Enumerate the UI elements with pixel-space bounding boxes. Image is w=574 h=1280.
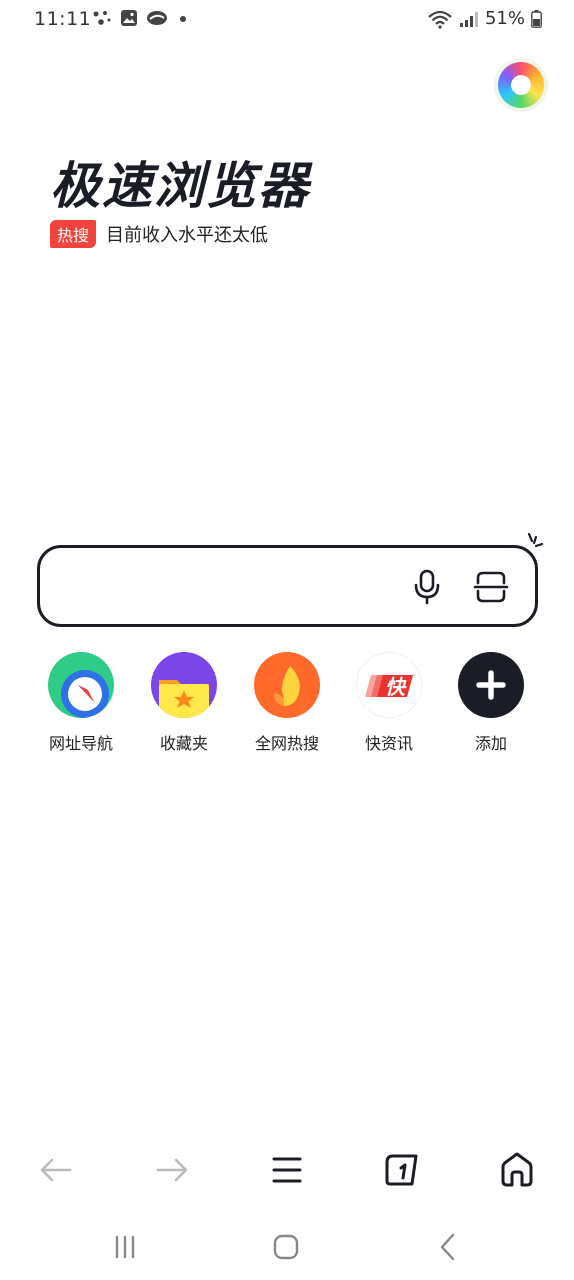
assistant-orb-button[interactable] [498,62,544,108]
microphone-icon[interactable] [410,569,444,605]
status-bar: 11:11 51% [0,0,574,40]
forward-arrow-icon[interactable] [152,1150,192,1190]
status-right: 51% [427,8,542,29]
more-notifications-dot-icon [180,16,186,22]
star-folder-icon [151,652,217,718]
cloud-app-icon [147,11,167,25]
shortcut-label: 快资讯 [364,734,413,753]
shortcut-add[interactable]: 添加 [446,652,536,754]
wifi-icon [428,10,452,29]
hot-search-row[interactable]: 热搜 目前收入水平还太低 [50,220,268,248]
search-box[interactable] [37,545,538,627]
hot-search-badge: 热搜 [50,220,97,248]
recent-apps-icon[interactable] [110,1232,140,1262]
menu-icon[interactable] [267,1150,307,1190]
hot-search-text[interactable]: 目前收入水平还太低 [106,221,268,247]
status-time: 11:11 [34,8,92,30]
shortcut-label: 收藏夹 [159,734,208,753]
notification-icons [92,9,190,27]
kuai-news-icon: 快 [356,652,422,718]
battery-percent: 51% [484,8,525,29]
system-navigation-bar [0,1222,574,1272]
tabs-icon[interactable] [382,1150,422,1190]
shortcut-web-navigation[interactable]: 网址导航 [36,652,126,754]
system-back-icon[interactable] [433,1232,463,1262]
svg-text:快: 快 [385,675,407,699]
shortcut-quick-news[interactable]: 快 快资讯 [344,652,434,754]
browser-logo-title: 极速浏览器 [50,157,310,215]
back-arrow-icon[interactable] [36,1150,76,1190]
compass-icon [48,652,114,718]
signal-icon [459,11,478,27]
system-home-icon[interactable] [271,1232,301,1262]
home-icon[interactable] [497,1150,537,1190]
flame-icon [254,652,320,718]
shortcut-bookmarks[interactable]: 收藏夹 [139,652,229,754]
battery-icon [531,9,542,28]
scan-icon[interactable] [473,570,509,604]
plus-icon [458,652,524,718]
search-input[interactable] [60,566,400,606]
shortcut-label: 添加 [474,734,507,753]
shortcut-label: 网址导航 [48,734,113,753]
bottom-toolbar [0,1140,574,1200]
shortcut-label: 全网热搜 [254,734,319,753]
gallery-icon [121,10,137,26]
shortcut-hot-search[interactable]: 全网热搜 [242,652,332,754]
assistant-dots-icon [93,11,111,25]
